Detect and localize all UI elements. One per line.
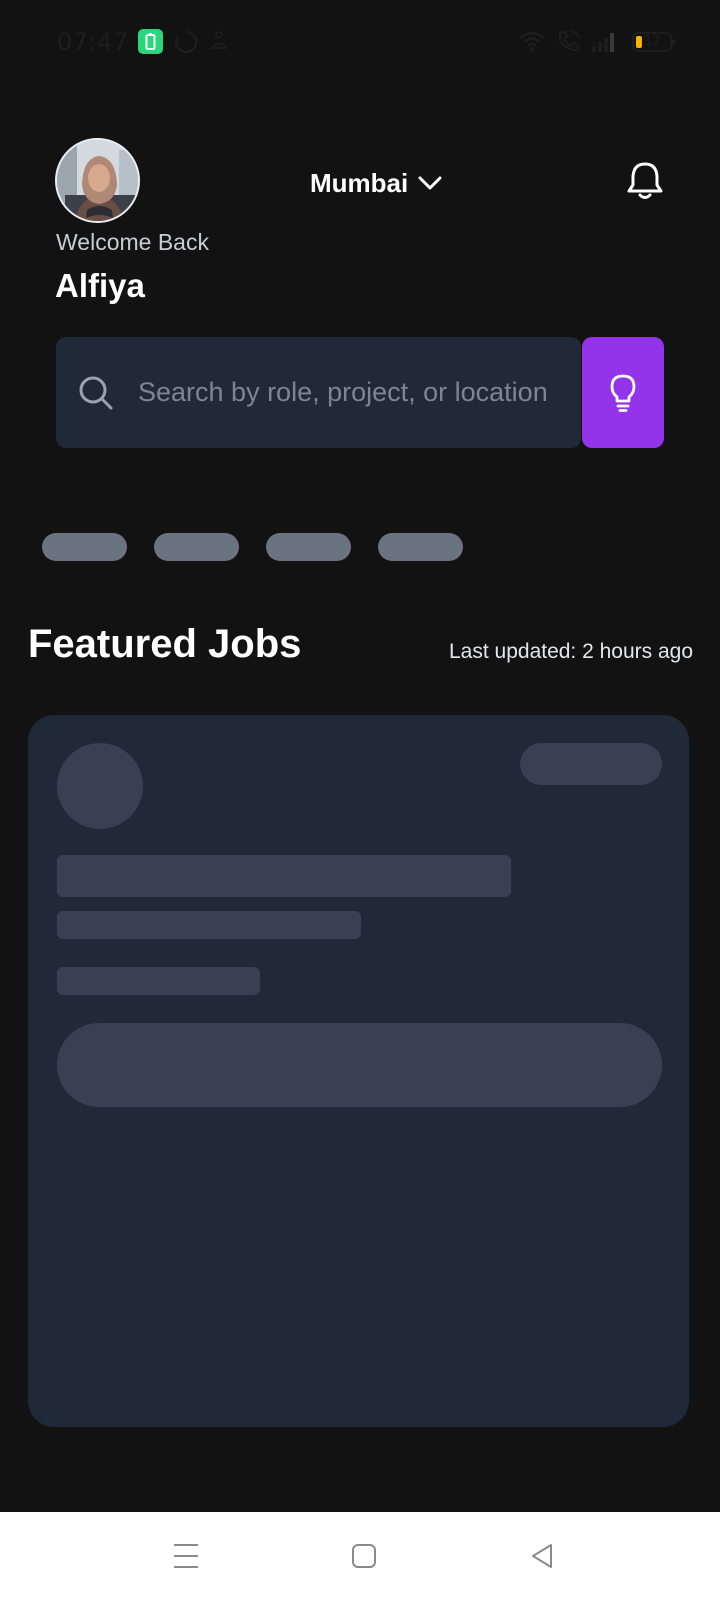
lightbulb-icon xyxy=(610,374,636,412)
battery-saver-icon xyxy=(138,29,163,54)
last-updated-text: Last updated: 2 hours ago xyxy=(449,640,694,663)
skeleton-job-meta xyxy=(57,967,260,995)
recent-apps-button[interactable] xyxy=(164,1534,208,1578)
battery-level: 17 xyxy=(644,34,661,49)
location-selector[interactable]: Mumbai xyxy=(310,166,442,200)
back-triangle-icon xyxy=(532,1544,552,1568)
search-icon xyxy=(79,376,113,410)
category-chip-skeleton xyxy=(266,533,351,561)
menu-icon xyxy=(174,1544,198,1568)
category-chip-skeleton xyxy=(154,533,239,561)
job-card-skeleton xyxy=(28,715,689,1427)
battery-icon: 17 xyxy=(632,31,676,53)
location-label: Mumbai xyxy=(310,167,409,198)
status-bar: 07:47 17 xyxy=(0,0,720,84)
avatar[interactable] xyxy=(55,138,140,223)
chevron-down-icon xyxy=(418,176,442,190)
bell-icon[interactable] xyxy=(624,160,666,202)
skeleton-company-name xyxy=(57,911,361,939)
loading-ring-icon xyxy=(175,30,198,54)
back-button[interactable] xyxy=(520,1534,564,1578)
user-avatar-photo xyxy=(57,140,138,221)
system-nav-bar xyxy=(0,1512,720,1600)
idea-button[interactable] xyxy=(582,337,664,448)
category-chip-skeleton xyxy=(378,533,463,561)
skeleton-apply-button xyxy=(57,1023,662,1107)
welcome-text: Welcome Back xyxy=(56,229,209,255)
hanger-icon xyxy=(210,31,228,49)
wifi-calling-icon xyxy=(559,30,580,52)
skeleton-company-logo xyxy=(57,743,143,829)
search-input[interactable] xyxy=(138,337,568,448)
home-button[interactable] xyxy=(342,1534,386,1578)
skeleton-job-title xyxy=(57,855,511,897)
search-bar xyxy=(56,337,581,448)
home-square-icon xyxy=(352,1544,376,1568)
category-chip-skeleton xyxy=(42,533,127,561)
signal-icon xyxy=(592,33,614,52)
featured-jobs-title: Featured Jobs xyxy=(28,622,302,666)
wifi-icon xyxy=(519,31,545,52)
status-time: 07:47 xyxy=(57,28,129,56)
user-name: Alfiya xyxy=(55,267,145,304)
skeleton-badge xyxy=(520,743,662,785)
